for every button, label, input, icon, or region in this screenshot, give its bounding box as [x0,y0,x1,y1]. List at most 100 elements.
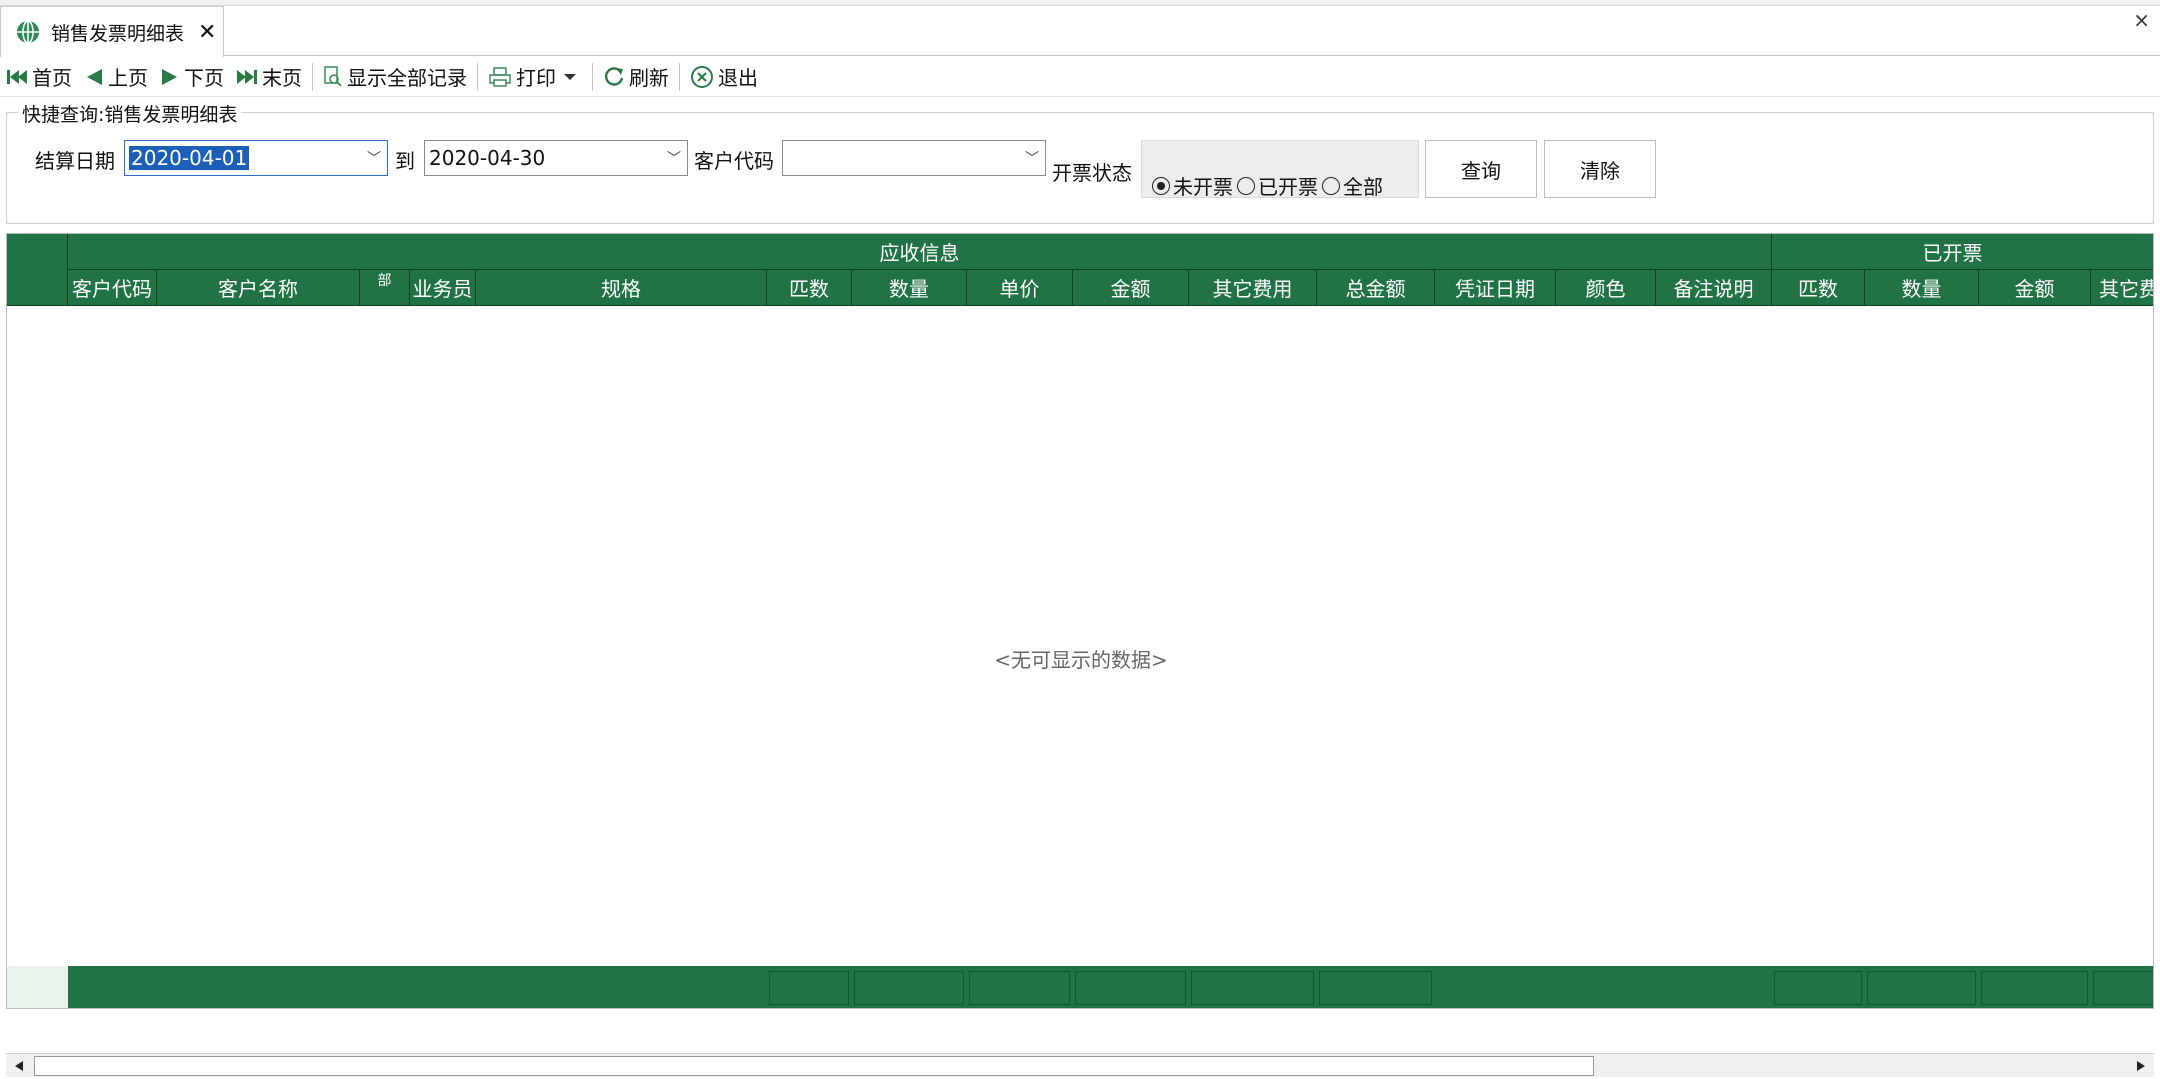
first-page-button[interactable]: 首页 [0,60,78,94]
last-page-label: 末页 [262,66,302,90]
refresh-icon [605,66,624,86]
document-search-icon [324,65,342,87]
scroll-right-icon[interactable] [2130,1056,2152,1076]
footer-indicator-cell [7,966,68,1008]
chevron-down-icon[interactable]: ﹀ [361,148,387,168]
column-header[interactable]: 匹数 [1772,270,1865,306]
toolbar-separator [679,62,680,91]
date-to-value: 2020-04-30 [429,146,546,170]
refresh-button[interactable]: 刷新 [597,60,675,94]
row-indicator-header [7,234,68,306]
date-to-combo[interactable]: 2020-04-30 ﹀ [424,140,688,176]
printer-icon [489,66,511,87]
tab-sales-invoice-detail[interactable]: 销售发票明细表 ✕ [0,6,224,57]
footer-sum-cell [1774,971,1862,1005]
horizontal-scrollbar[interactable] [6,1053,2154,1077]
radio-checked-icon [1152,176,1170,195]
invoice-status-radio-group: 未开票 已开票 全部 [1141,140,1419,200]
prev-page-icon [87,68,102,85]
date-from-value: 2020-04-01 [129,146,250,170]
footer-sum-cell [969,971,1070,1005]
last-page-button[interactable]: 末页 [230,60,308,94]
print-label: 打印 [516,66,556,90]
window-close-icon[interactable]: × [2133,8,2150,32]
date-from-combo[interactable]: 2020-04-01 ﹀ [124,140,388,176]
next-page-icon [162,68,177,85]
quick-query-title: 快捷查询:销售发票明细表 [18,100,242,127]
footer-sum-cell [1981,971,2088,1005]
search-button[interactable]: 查询 [1425,140,1537,198]
exit-circle-x-icon [691,65,713,88]
radio-invoiced[interactable]: 已开票 [1237,171,1318,200]
next-page-button[interactable]: 下页 [154,60,230,94]
tab-close-icon[interactable]: ✕ [198,20,216,45]
radio-all-label: 全部 [1343,175,1383,199]
to-label: 到 [395,149,415,173]
tab-bar [0,0,2160,56]
toolbar-separator [592,62,593,91]
window-top-strip [0,0,2160,6]
prev-page-button[interactable]: 上页 [78,60,154,94]
footer-sum-cell [1075,971,1186,1005]
show-all-records-button[interactable]: 显示全部记录 [317,60,473,94]
column-header[interactable]: 客户代码 [68,270,157,306]
column-header[interactable]: 凭证日期 [1435,270,1556,306]
clear-button[interactable]: 清除 [1544,140,1656,198]
radio-not-invoiced[interactable]: 未开票 [1152,171,1233,200]
band-receivable-info: 应收信息 [68,234,1772,270]
toolbar: 首页 上页 下页 末页 显示全部记录 打印 刷新 退出 [0,57,2160,97]
column-header[interactable]: 颜色 [1556,270,1656,306]
invoice-status-label: 开票状态 [1052,161,1132,185]
customer-code-label: 客户代码 [694,149,774,173]
scroll-left-icon[interactable] [8,1056,30,1076]
globe-icon [17,20,39,44]
column-header[interactable]: 金额 [1979,270,2091,306]
footer-sum-cell [854,971,964,1005]
empty-data-message: <无可显示的数据> [994,648,1168,672]
column-header[interactable]: 单价 [967,270,1073,306]
column-header[interactable]: 备注说明 [1656,270,1772,306]
column-header[interactable]: 业务员 [410,270,476,306]
footer-sum-cell [1319,971,1432,1005]
column-header[interactable]: 总金额 [1317,270,1435,306]
column-header[interactable]: 数量 [1865,270,1979,306]
column-header[interactable]: 数量 [852,270,967,306]
refresh-label: 刷新 [629,66,669,90]
tab-title: 销售发票明细表 [51,22,185,45]
column-header[interactable]: 其它费用 [1189,270,1317,306]
date-from-value-wrap: 2020-04-01 [125,146,361,170]
footer-sum-cell [1867,971,1976,1005]
column-header[interactable]: 规格 [476,270,767,306]
last-page-icon [237,69,257,84]
footer-sum-cell [1191,971,1314,1005]
print-button[interactable]: 打印 [482,60,588,94]
dropdown-arrow-icon[interactable] [562,72,578,82]
next-page-label: 下页 [184,66,224,90]
column-header[interactable]: 部 [360,270,410,306]
column-header[interactable]: 其它费 [2091,270,2153,306]
settlement-date-label: 结算日期 [35,149,115,173]
chevron-down-icon[interactable]: ﹀ [1019,148,1045,168]
scrollbar-thumb[interactable] [34,1056,1594,1076]
exit-label: 退出 [718,66,758,90]
show-all-records-label: 显示全部记录 [347,66,467,90]
radio-unchecked-icon [1237,176,1255,195]
toolbar-separator [312,62,313,91]
column-header[interactable]: 金额 [1073,270,1189,306]
radio-all[interactable]: 全部 [1322,171,1383,200]
radio-invoiced-label: 已开票 [1258,175,1318,199]
first-page-label: 首页 [32,66,72,90]
data-grid: 应收信息 已开票 客户代码 客户名称 部 业务员 规格 匹数 数量 单价 金额 … [6,233,2154,1009]
customer-code-combo[interactable]: ﹀ [782,140,1046,176]
chevron-down-icon[interactable]: ﹀ [661,148,687,168]
toolbar-separator [477,62,478,91]
prev-page-label: 上页 [108,66,148,90]
column-header[interactable]: 匹数 [767,270,852,306]
radio-unchecked-icon [1322,176,1340,195]
first-page-icon [7,69,27,84]
band-invoiced: 已开票 [1772,234,2153,270]
footer-sum-cell [2093,971,2153,1005]
column-header[interactable]: 客户名称 [157,270,360,306]
exit-button[interactable]: 退出 [684,60,764,94]
footer-sum-cell [769,971,849,1005]
